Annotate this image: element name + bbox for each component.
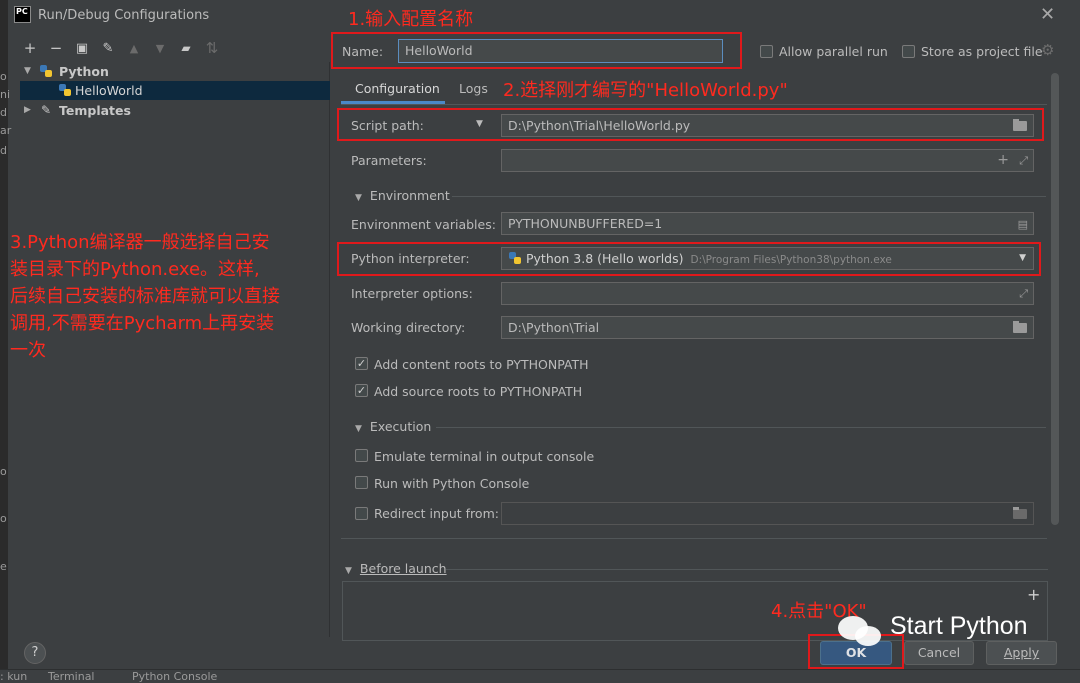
wechat-logo-icon: [838, 612, 882, 648]
pycharm-logo-icon: PC: [14, 6, 31, 23]
edge-fragment: : kun: [0, 670, 28, 683]
redirect-input-field[interactable]: [501, 502, 1034, 525]
remove-config-icon[interactable]: −: [48, 39, 64, 57]
workdir-label: Working directory:: [351, 320, 466, 335]
terminal-tab[interactable]: Terminal: [48, 670, 95, 683]
parameters-label: Parameters:: [351, 153, 427, 168]
edge-fragment: d: [0, 106, 7, 119]
tree-label-python: Python: [59, 64, 109, 79]
redirect-input-label: Redirect input from:: [374, 506, 499, 521]
annotation-step1: 1.输入配置名称: [348, 9, 474, 30]
watermark-text: Start Python: [890, 612, 1028, 640]
panel-bottom-border: [341, 538, 1047, 539]
edge-fragment: d: [0, 144, 7, 157]
add-source-roots-label: Add source roots to PYTHONPATH: [374, 384, 583, 399]
store-project-label: Store as project file: [921, 44, 1043, 59]
vertical-scrollbar[interactable]: [1051, 73, 1059, 525]
allow-parallel-checkbox[interactable]: [760, 45, 773, 58]
background-ide-edge: o ni d ar d o o e: [0, 0, 12, 683]
browse-folder-icon[interactable]: [1013, 321, 1027, 333]
emulate-terminal-checkbox[interactable]: [355, 449, 368, 462]
edge-fragment: o: [0, 512, 7, 525]
edit-defaults-wrench-icon[interactable]: ✎: [100, 41, 116, 56]
annotation-box-interpreter: [337, 242, 1041, 276]
sort-icon[interactable]: ⇅: [204, 39, 220, 57]
add-source-roots-checkbox[interactable]: ✓: [355, 384, 368, 397]
move-up-icon[interactable]: ▲: [126, 42, 142, 55]
store-project-checkbox[interactable]: [902, 45, 915, 58]
tab-configuration[interactable]: Configuration: [355, 81, 440, 96]
expand-arrow-icon[interactable]: ▼: [24, 62, 31, 81]
section-divider: [446, 569, 1048, 570]
move-down-icon[interactable]: ▼: [152, 42, 168, 55]
help-button[interactable]: ?: [24, 642, 46, 664]
annotation-box-script: [337, 108, 1044, 141]
tab-divider: [341, 104, 1047, 105]
python-file-icon: [59, 84, 72, 97]
python-console-tab[interactable]: Python Console: [132, 670, 217, 683]
add-task-icon[interactable]: +: [1027, 585, 1040, 604]
env-vars-input[interactable]: PYTHONUNBUFFERED=1 ▤: [501, 212, 1034, 235]
edge-fragment: o: [0, 70, 7, 83]
annotation-step3: 3.Python编译器一般选择自己安 装目录下的Python.exe。这样, 后…: [10, 232, 280, 361]
config-toolbar: + − ▣ ✎ ▲ ▼ ▰ ⇅: [22, 38, 220, 58]
python-icon: [40, 65, 53, 78]
collapse-arrow-icon: ▼: [355, 424, 362, 434]
add-content-roots-checkbox[interactable]: ✓: [355, 357, 368, 370]
edge-fragment: ar: [0, 124, 12, 137]
emulate-terminal-label: Emulate terminal in output console: [374, 449, 595, 464]
add-parameter-icon[interactable]: +: [997, 150, 1009, 171]
tree-node-templates[interactable]: ▶ ✎ Templates: [20, 101, 330, 120]
collapse-arrow-icon[interactable]: ▶: [24, 101, 31, 120]
cancel-button[interactable]: Cancel: [904, 641, 974, 665]
new-folder-icon[interactable]: ▰: [178, 41, 194, 55]
edit-list-icon[interactable]: ▤: [1018, 214, 1028, 234]
section-divider: [436, 427, 1046, 428]
before-launch-section[interactable]: ▼ Before launch: [345, 561, 447, 576]
edge-fragment: o: [0, 465, 7, 478]
tree-label-helloworld: HelloWorld: [75, 83, 143, 98]
title-bar: PC Run/Debug Configurations ✕: [8, 0, 1080, 30]
allow-parallel-label: Allow parallel run: [779, 44, 888, 59]
parameters-input[interactable]: + ⤢: [501, 149, 1034, 172]
tab-logs[interactable]: Logs: [459, 81, 488, 96]
env-vars-label: Environment variables:: [351, 217, 496, 232]
background-tool-strip: : kun Terminal Python Console: [0, 669, 1080, 683]
run-python-console-checkbox[interactable]: [355, 476, 368, 489]
collapse-arrow-icon: ▼: [345, 566, 352, 576]
workdir-input[interactable]: D:\Python\Trial: [501, 316, 1034, 339]
edge-fragment: ni: [0, 88, 11, 101]
browse-folder-icon[interactable]: [1013, 507, 1027, 519]
copy-config-icon[interactable]: ▣: [74, 41, 90, 56]
annotation-step2: 2.选择刚才编写的"HelloWorld.py": [503, 80, 788, 101]
expand-icon[interactable]: ⤢: [1019, 283, 1028, 304]
annotation-box-name: [331, 32, 742, 69]
section-divider: [452, 196, 1046, 197]
execution-section[interactable]: ▼ Execution: [355, 419, 431, 434]
add-config-icon[interactable]: +: [22, 39, 38, 57]
tree-label-templates: Templates: [59, 103, 131, 118]
redirect-input-checkbox[interactable]: [355, 507, 368, 520]
expand-icon[interactable]: ⤢: [1019, 150, 1028, 171]
run-python-console-label: Run with Python Console: [374, 476, 530, 491]
edge-fragment: e: [0, 560, 7, 573]
tree-node-helloworld[interactable]: HelloWorld: [20, 81, 330, 100]
gear-icon[interactable]: ⚙: [1041, 41, 1054, 59]
wrench-icon: ✎: [41, 103, 52, 117]
add-content-roots-label: Add content roots to PYTHONPATH: [374, 357, 589, 372]
interp-options-input[interactable]: ⤢: [501, 282, 1034, 305]
window-title: Run/Debug Configurations: [38, 8, 210, 23]
collapse-arrow-icon: ▼: [355, 193, 362, 203]
close-icon[interactable]: ✕: [1040, 4, 1055, 25]
tree-node-python[interactable]: ▼ Python: [20, 62, 330, 81]
apply-button[interactable]: Apply: [986, 641, 1057, 665]
environment-section[interactable]: ▼ Environment: [355, 188, 450, 203]
interp-options-label: Interpreter options:: [351, 286, 473, 301]
